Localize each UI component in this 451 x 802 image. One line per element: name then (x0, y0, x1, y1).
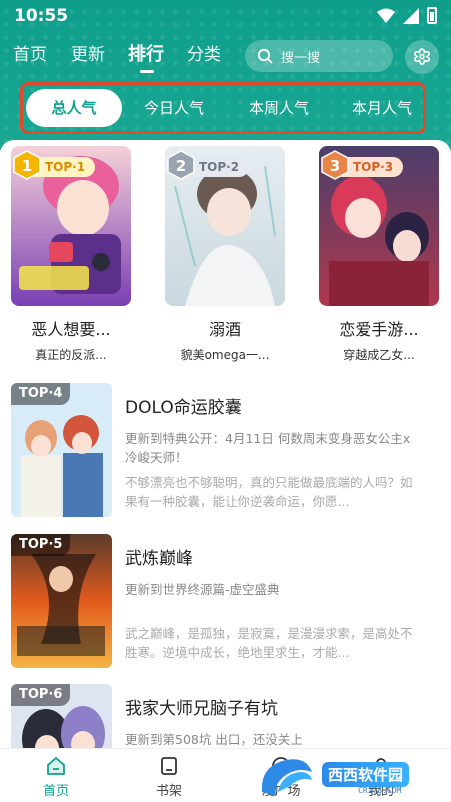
comic-cover[interactable]: TOP·4 (11, 383, 112, 517)
flower-settings-icon (413, 48, 431, 65)
bookshelf-icon (161, 757, 177, 775)
comic-cover[interactable]: TOP·5 (11, 534, 112, 668)
comic-update: 更新到世界终源篇-虚空盛典 (125, 582, 280, 597)
comic-title[interactable]: 恋爱手游... (319, 316, 439, 340)
ranking-period-tabs: 总人气 今日人气 本周人气 本月人气 (24, 89, 422, 127)
status-time: 10:55 (14, 6, 69, 26)
ranking-content: TOP·1 1 恶人想要... 真正的反派... TOP·2 2 溺酒 貌美om… (0, 140, 451, 748)
watermark-logo: 西西软件园 CR173.COM (250, 750, 450, 802)
tab-categories[interactable]: 分类 (187, 40, 221, 65)
bottom-nav-label: 书架 (155, 784, 182, 799)
rank-number: 2 (176, 157, 186, 175)
comic-cover[interactable]: TOP·3 3 (319, 146, 439, 306)
comic-subtitle: 穿越成乙女... (343, 348, 415, 362)
comic-title[interactable]: 恶人想要... (11, 316, 131, 340)
comic-cover[interactable]: TOP·1 1 (11, 146, 131, 306)
rank-number: 3 (330, 157, 340, 175)
bottom-nav-bookshelf[interactable]: 书架 (134, 755, 204, 799)
search-placeholder: 搜一搜 (281, 50, 321, 66)
bottom-nav-label: 首页 (42, 784, 69, 799)
rank-badge-label: TOP·1 (33, 157, 96, 177)
status-bar: 10:55 (0, 0, 451, 32)
battery-icon (427, 7, 437, 24)
watermark-label: 西西软件园 (322, 762, 410, 787)
rank-badge-label: TOP·2 (187, 157, 250, 177)
subtab-week[interactable]: 本周人气 (234, 89, 324, 127)
rank-hexagon-icon: 3 (321, 150, 349, 180)
rank-tag: TOP·6 (11, 684, 71, 706)
comic-update: 更新到特典公开：4月11日 何数周末变身恶女公主x冷峻天师！ (125, 431, 411, 465)
subtab-month[interactable]: 本月人气 (337, 89, 427, 127)
rank-badge-label: TOP·3 (341, 157, 404, 177)
bottom-nav-home[interactable]: 首页 (21, 755, 91, 799)
signal-icon (403, 7, 419, 24)
top3-card-2[interactable]: TOP·2 2 溺酒 貌美omega一... (165, 146, 285, 363)
settings-button[interactable] (405, 40, 439, 74)
home-icon (47, 757, 65, 775)
comic-subtitle: 貌美omega一... (180, 348, 270, 362)
subtab-today[interactable]: 今日人气 (129, 89, 219, 127)
comic-subtitle: 真正的反派... (35, 348, 107, 362)
rank-hexagon-icon: 1 (13, 150, 41, 180)
comic-title[interactable]: DOLO命运胶囊 (125, 393, 242, 418)
comic-cover[interactable]: TOP·2 2 (165, 146, 285, 306)
watermark-emblem-icon (261, 759, 312, 796)
search-input[interactable]: 搜一搜 (245, 40, 393, 72)
tab-ranking[interactable]: 排行 (128, 40, 164, 66)
comic-description: 不够漂亮也不够聪明，真的只能做最底端的人吗？如果有一种胶囊，能让你逆袭命运，你愿… (125, 475, 413, 509)
tab-updates[interactable]: 更新 (71, 40, 105, 65)
active-tab-indicator (140, 70, 154, 73)
rank-number: 1 (22, 157, 32, 175)
comic-description: 武之巅峰，是孤独，是寂寞，是漫漫求索，是高处不胜寒。逆境中成长，绝地里求生，才能… (125, 626, 413, 660)
top3-card-1[interactable]: TOP·1 1 恶人想要... 真正的反派... (11, 146, 131, 363)
comic-cover[interactable]: TOP·6 (11, 684, 112, 748)
top3-card-3[interactable]: TOP·3 3 恋爱手游... 穿越成乙女... (319, 146, 439, 363)
comic-title[interactable]: 溺酒 (165, 316, 285, 340)
subtab-total[interactable]: 总人气 (26, 89, 122, 127)
rank-badge: TOP·3 3 (319, 150, 419, 180)
rank-badge: TOP·1 1 (11, 150, 111, 180)
ranking-list-item[interactable]: TOP·6 我家大师兄脑子有坑 更新到第508坑 出口，还没关上 (11, 684, 441, 748)
rank-badge: TOP·2 2 (165, 150, 265, 180)
search-icon (257, 48, 273, 64)
ranking-list-item[interactable]: TOP·4 DOLO命运胶囊 更新到特典公开：4月11日 何数周末变身恶女公主x… (11, 383, 441, 518)
tab-home[interactable]: 首页 (13, 40, 47, 65)
comic-title[interactable]: 我家大师兄脑子有坑 (125, 694, 278, 719)
rank-tag: TOP·4 (11, 383, 71, 405)
comic-title[interactable]: 武炼巅峰 (125, 544, 193, 569)
watermark-url: CR173.COM (358, 786, 402, 795)
ranking-list-item[interactable]: TOP·5 武炼巅峰 更新到世界终源篇-虚空盛典 武之巅峰，是孤独，是寂寞，是漫… (11, 534, 441, 669)
rank-tag: TOP·5 (11, 534, 71, 556)
status-icons (377, 7, 437, 24)
wifi-icon (377, 8, 395, 23)
comic-update: 更新到第508坑 出口，还没关上 (125, 732, 303, 747)
rank-hexagon-icon: 2 (167, 150, 195, 180)
